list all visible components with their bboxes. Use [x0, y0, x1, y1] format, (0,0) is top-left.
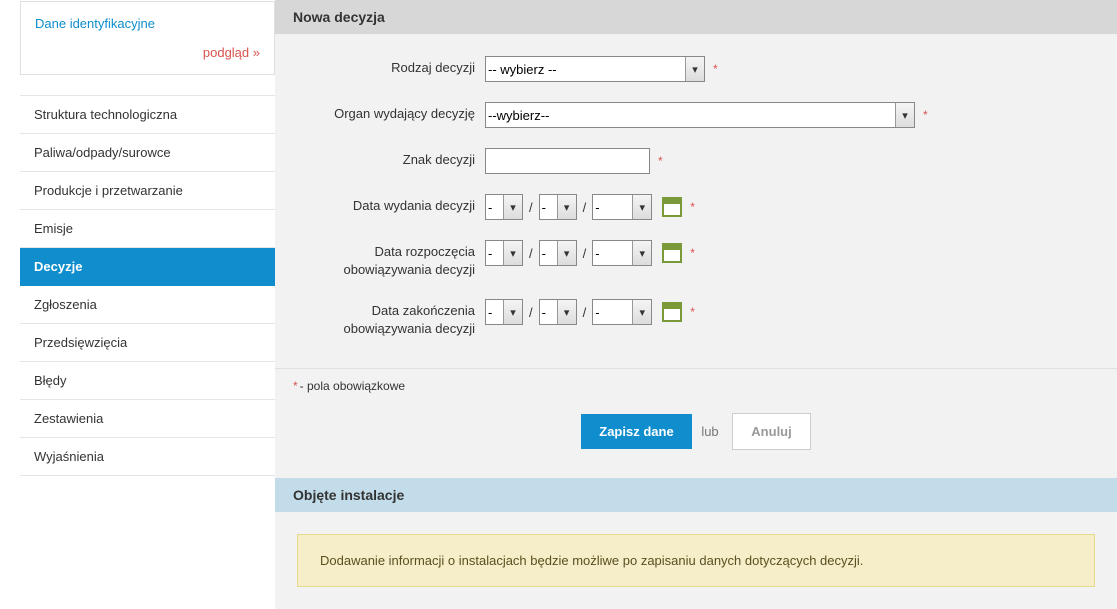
- sidebar-item-zestawienia[interactable]: Zestawienia: [20, 400, 275, 438]
- required-asterisk: *: [919, 108, 928, 122]
- calendar-icon[interactable]: [662, 243, 682, 263]
- select-year-zakonczenia[interactable]: -: [592, 299, 652, 325]
- required-note: *- pola obowiązkowe: [275, 368, 1117, 413]
- label-znak: Znak decyzji: [310, 148, 485, 169]
- required-asterisk: *: [686, 246, 695, 260]
- select-month-rozpoczecia[interactable]: -: [539, 240, 577, 266]
- cancel-button[interactable]: Anuluj: [732, 413, 810, 450]
- calendar-icon[interactable]: [662, 302, 682, 322]
- identification-title[interactable]: Dane identyfikacyjne: [35, 16, 260, 31]
- label-data-zakonczenia: Data zakończenia obowiązywania decyzji: [310, 299, 485, 338]
- sidebar-nav: Struktura technologiczna Paliwa/odpady/s…: [20, 95, 275, 476]
- label-data-rozpoczecia: Data rozpoczęcia obowiązywania decyzji: [310, 240, 485, 279]
- sidebar-item-decyzje[interactable]: Decyzje: [20, 248, 275, 286]
- select-day-wydania[interactable]: -: [485, 194, 523, 220]
- required-asterisk: *: [686, 200, 695, 214]
- sidebar-item-struktura[interactable]: Struktura technologiczna: [20, 96, 275, 134]
- sidebar-item-emisje[interactable]: Emisje: [20, 210, 275, 248]
- identification-box: Dane identyfikacyjne podgląd »: [20, 1, 275, 75]
- or-separator: lub: [701, 424, 718, 439]
- select-year-rozpoczecia[interactable]: -: [592, 240, 652, 266]
- sidebar-item-bledy[interactable]: Błędy: [20, 362, 275, 400]
- select-organ[interactable]: --wybierz--: [485, 102, 915, 128]
- sidebar-item-wyjasnienia[interactable]: Wyjaśnienia: [20, 438, 275, 476]
- save-button[interactable]: Zapisz dane: [581, 414, 691, 449]
- calendar-icon[interactable]: [662, 197, 682, 217]
- label-data-wydania: Data wydania decyzji: [310, 194, 485, 215]
- label-rodzaj: Rodzaj decyzji: [310, 56, 485, 77]
- preview-link[interactable]: podgląd »: [203, 45, 260, 60]
- sidebar-item-przedsiewziecia[interactable]: Przedsięwzięcia: [20, 324, 275, 362]
- info-message: Dodawanie informacji o instalacjach będz…: [297, 534, 1095, 587]
- label-organ: Organ wydający decyzję: [310, 102, 485, 123]
- sidebar-item-produkcje[interactable]: Produkcje i przetwarzanie: [20, 172, 275, 210]
- select-day-rozpoczecia[interactable]: -: [485, 240, 523, 266]
- input-znak[interactable]: [485, 148, 650, 174]
- form-title: Nowa decyzja: [275, 0, 1117, 34]
- select-month-zakonczenia[interactable]: -: [539, 299, 577, 325]
- select-rodzaj[interactable]: -- wybierz --: [485, 56, 705, 82]
- select-year-wydania[interactable]: -: [592, 194, 652, 220]
- section-installations-title: Objęte instalacje: [275, 478, 1117, 512]
- required-asterisk: *: [709, 62, 718, 76]
- select-month-wydania[interactable]: -: [539, 194, 577, 220]
- sidebar-item-zgloszenia[interactable]: Zgłoszenia: [20, 286, 275, 324]
- required-asterisk: *: [686, 305, 695, 319]
- required-asterisk: *: [654, 154, 663, 168]
- select-day-zakonczenia[interactable]: -: [485, 299, 523, 325]
- sidebar-item-paliwa[interactable]: Paliwa/odpady/surowce: [20, 134, 275, 172]
